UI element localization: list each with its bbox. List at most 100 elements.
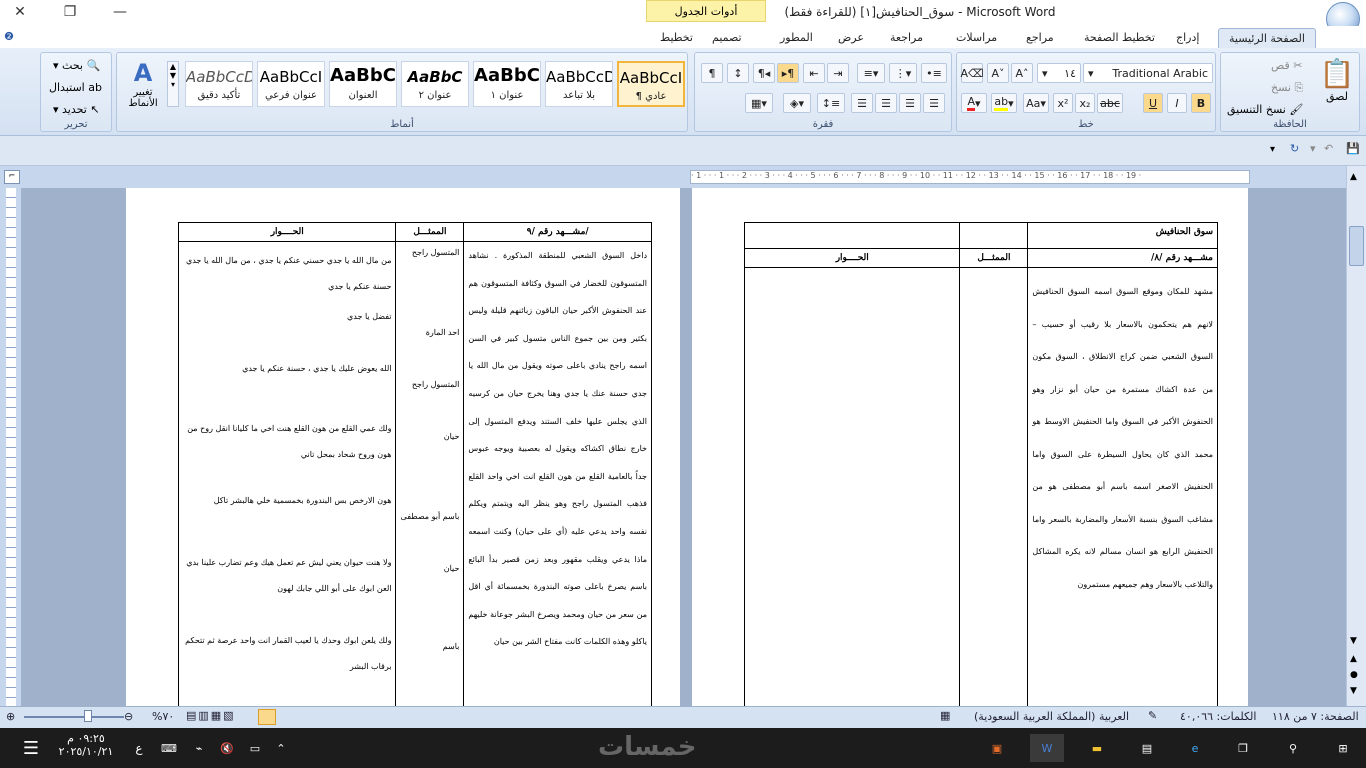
keyboard-icon[interactable]: ⌨ bbox=[152, 734, 186, 762]
next-page-icon[interactable]: ▼ bbox=[1350, 686, 1357, 696]
bullets-icon[interactable]: •≡ bbox=[921, 63, 947, 83]
zoom-slider-thumb[interactable] bbox=[84, 710, 92, 722]
align-left-icon[interactable]: ☰ bbox=[875, 93, 897, 113]
document-title[interactable]: سوق الحنافيش bbox=[1027, 222, 1218, 249]
find-button[interactable]: ▾ بحث 🔍 bbox=[53, 59, 100, 72]
zoom-out-icon[interactable]: ⊖ bbox=[124, 710, 133, 723]
tab-references[interactable]: مراجع bbox=[1016, 28, 1064, 48]
format-painter-button[interactable]: نسخ التنسيق 🖌 bbox=[1227, 103, 1303, 116]
help-icon[interactable]: ❷ bbox=[4, 30, 14, 43]
indent-decrease-icon[interactable]: ⇤ bbox=[803, 63, 825, 83]
vertical-scrollbar[interactable]: ▲ ▼ ▲ ● ▼ bbox=[1346, 166, 1366, 706]
close-icon[interactable]: ✕ bbox=[0, 0, 40, 24]
style-heading-1[interactable]: AaBbC عنوان ١ bbox=[473, 61, 541, 107]
underline-icon[interactable]: U bbox=[1143, 93, 1163, 113]
notifications-icon[interactable]: ☰ bbox=[14, 734, 48, 762]
print-layout-icon[interactable] bbox=[258, 709, 276, 725]
subscript-icon[interactable]: x₂ bbox=[1075, 93, 1095, 113]
copy-button[interactable]: نسخ ⎘ bbox=[1271, 81, 1303, 95]
browse-object-icon[interactable]: ● bbox=[1350, 670, 1358, 680]
replace-button[interactable]: استبدال ab bbox=[49, 81, 102, 94]
line-spacing-icon[interactable]: ↕≡ bbox=[817, 93, 845, 113]
font-color-icon[interactable]: A ▾ bbox=[961, 93, 987, 113]
tab-design[interactable]: تصميم bbox=[702, 28, 752, 48]
edge-icon[interactable]: e bbox=[1178, 734, 1212, 762]
task-view-icon[interactable]: ❐ bbox=[1226, 734, 1260, 762]
tab-home[interactable]: الصفحة الرئيسية bbox=[1218, 28, 1316, 48]
tab-mailings[interactable]: مراسلات bbox=[946, 28, 1007, 48]
tab-review[interactable]: مراجعة bbox=[880, 28, 933, 48]
style-normal[interactable]: AaBbCcI ¶ عادي bbox=[617, 61, 685, 107]
word-count[interactable]: الكلمات: ٤٠,٠٦٦ bbox=[1180, 710, 1256, 723]
tab-layout[interactable]: تخطيط bbox=[650, 28, 703, 48]
change-case-icon[interactable]: Aa▾ bbox=[1023, 93, 1049, 113]
superscript-icon[interactable]: x² bbox=[1053, 93, 1073, 113]
font-size-select[interactable]: ▾ ١٤ bbox=[1037, 63, 1081, 83]
font-name-select[interactable]: ▾ Traditional Arabic bbox=[1083, 63, 1213, 83]
proofing-icon[interactable]: ✎ bbox=[1148, 709, 1157, 722]
style-heading-2[interactable]: AaBbC عنوان ٢ bbox=[401, 61, 469, 107]
scroll-thumb[interactable] bbox=[1349, 226, 1364, 266]
style-no-spacing[interactable]: AaBbCcD بلا تباعد bbox=[545, 61, 613, 107]
change-styles-button[interactable]: A تغيير الأنماط bbox=[123, 59, 163, 109]
select-button[interactable]: ▾ تحديد ↖ bbox=[53, 103, 100, 116]
zoom-in-icon[interactable]: ⊕ bbox=[6, 710, 15, 723]
center-icon[interactable]: ☰ bbox=[899, 93, 921, 113]
customize-qat-icon[interactable]: ▾ bbox=[1270, 144, 1275, 155]
sort-icon[interactable]: ↕ bbox=[727, 63, 749, 83]
align-right-icon[interactable]: ☰ bbox=[923, 93, 945, 113]
rtl-icon[interactable]: ▸¶ bbox=[777, 63, 799, 83]
page-count[interactable]: الصفحة: ٧ من ١١٨ bbox=[1272, 710, 1359, 723]
style-title[interactable]: AaBbC العنوان bbox=[329, 61, 397, 107]
scroll-up-icon[interactable]: ▲ bbox=[1350, 172, 1357, 182]
word-app-icon[interactable]: W bbox=[1030, 734, 1064, 762]
maximize-icon[interactable]: ❐ bbox=[50, 0, 90, 24]
italic-icon[interactable]: I bbox=[1167, 93, 1187, 113]
shrink-font-icon[interactable]: A˅ bbox=[987, 63, 1009, 83]
style-subtitle[interactable]: AaBbCcI عنوان فرعي bbox=[257, 61, 325, 107]
file-explorer-icon[interactable]: ▬ bbox=[1080, 734, 1114, 762]
undo-icon[interactable]: ↶ bbox=[1324, 142, 1333, 155]
minimize-icon[interactable]: — bbox=[100, 0, 140, 24]
highlight-icon[interactable]: ab ▾ bbox=[991, 93, 1017, 113]
show-hidden-icon[interactable]: ⌃ bbox=[264, 734, 298, 762]
language-status[interactable]: العربية (المملكة العربية السعودية) bbox=[974, 710, 1129, 723]
tab-page-layout[interactable]: تخطيط الصفحة bbox=[1074, 28, 1165, 48]
macro-icon[interactable]: ▦ bbox=[940, 709, 950, 722]
powerpoint-app-icon[interactable]: ▣ bbox=[980, 734, 1014, 762]
shading-icon[interactable]: ◈▾ bbox=[783, 93, 811, 113]
styles-scroll-icon[interactable]: ▲ ▼ ▾ bbox=[167, 61, 179, 107]
start-icon[interactable]: ⊞ bbox=[1326, 734, 1360, 762]
tab-selector-icon[interactable]: ⌐ bbox=[4, 170, 20, 184]
numbering-icon[interactable]: ⋮▾ bbox=[889, 63, 917, 83]
grow-font-icon[interactable]: A˄ bbox=[1011, 63, 1033, 83]
style-subtle-emphasis[interactable]: AaBbCcD تأكيد دقيق bbox=[185, 61, 253, 107]
strikethrough-icon[interactable]: abc bbox=[1097, 93, 1123, 113]
indent-increase-icon[interactable]: ⇥ bbox=[827, 63, 849, 83]
cut-button[interactable]: قص ✂ bbox=[1271, 59, 1302, 72]
language-indicator[interactable]: ع bbox=[122, 734, 156, 762]
bold-icon[interactable]: B bbox=[1191, 93, 1211, 113]
dropdown-icon[interactable]: ▾ bbox=[1310, 142, 1316, 155]
zoom-level[interactable]: %٧٠ bbox=[152, 710, 174, 723]
redo-icon[interactable]: ↻ bbox=[1290, 142, 1299, 155]
tab-insert[interactable]: إدراج bbox=[1166, 28, 1209, 48]
clear-format-icon[interactable]: A⌫ bbox=[960, 63, 984, 83]
multilevel-list-icon[interactable]: ≡▾ bbox=[857, 63, 885, 83]
view-buttons-icon[interactable]: ▤▥▦▧ bbox=[186, 709, 236, 722]
search-icon[interactable]: ⚲ bbox=[1276, 734, 1310, 762]
show-marks-icon[interactable]: ¶ bbox=[701, 63, 723, 83]
tab-view[interactable]: عرض bbox=[828, 28, 874, 48]
borders-icon[interactable]: ▦▾ bbox=[745, 93, 773, 113]
horizontal-ruler[interactable]: · 1 · · · 1 · · · 2 · · · 3 · · · 4 · · … bbox=[690, 170, 1250, 184]
justify-icon[interactable]: ☰ bbox=[851, 93, 873, 113]
store-icon[interactable]: ▤ bbox=[1130, 734, 1164, 762]
zoom-slider[interactable] bbox=[24, 716, 124, 718]
paste-button[interactable]: 📋 لصق bbox=[1317, 57, 1357, 103]
clock[interactable]: ٠٩:٢٥ م ٢٠٢٥/١٠/٢١ bbox=[56, 732, 116, 758]
tab-developer[interactable]: المطور bbox=[770, 28, 823, 48]
save-icon[interactable]: 💾 bbox=[1346, 142, 1360, 155]
prev-page-icon[interactable]: ▲ bbox=[1350, 654, 1357, 664]
ltr-icon[interactable]: ¶◂ bbox=[753, 63, 775, 83]
scroll-down-icon[interactable]: ▼ bbox=[1350, 636, 1357, 646]
